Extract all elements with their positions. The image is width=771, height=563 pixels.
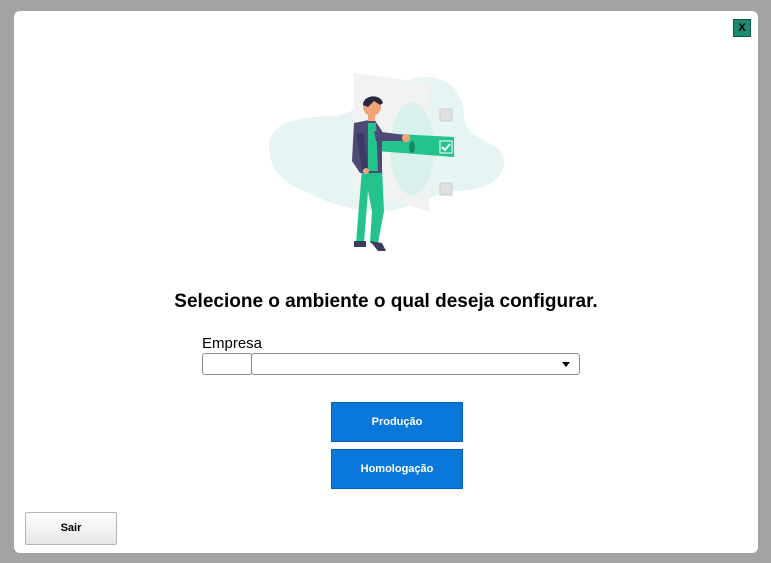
- company-label: Empresa: [202, 335, 263, 352]
- staging-button[interactable]: Homologação: [331, 449, 463, 489]
- configuration-dialog: X Selecione o ambiente o qual deseja con…: [14, 11, 758, 553]
- exit-button[interactable]: Sair: [25, 512, 117, 545]
- company-select[interactable]: [251, 353, 580, 375]
- illustration-image: [269, 73, 504, 251]
- chevron-down-icon: [562, 362, 570, 367]
- page-title: Selecione o ambiente o qual deseja confi…: [174, 291, 598, 312]
- close-button[interactable]: X: [733, 19, 751, 37]
- production-button[interactable]: Produção: [331, 402, 463, 442]
- company-code-input[interactable]: [202, 353, 252, 375]
